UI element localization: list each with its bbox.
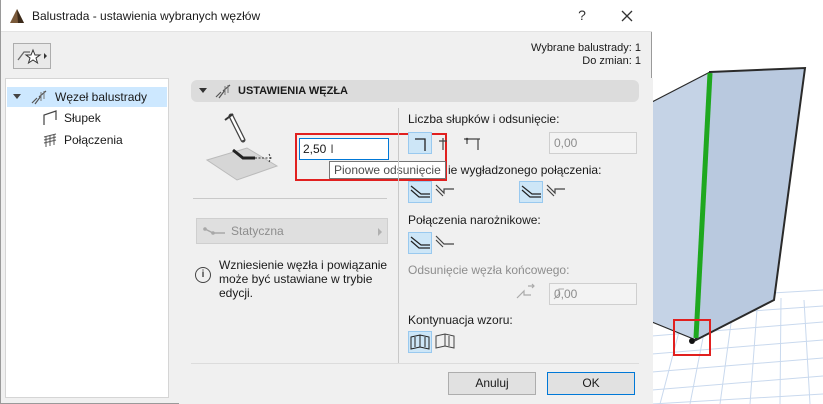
- archicad-icon: [10, 9, 24, 23]
- corner-connection-label: Połączenia narożnikowe:: [408, 213, 541, 227]
- smooth-option-3[interactable]: [519, 181, 543, 203]
- divider: [398, 108, 399, 364]
- end-offset-option: [514, 282, 538, 304]
- posts-offset-field[interactable]: 0,00: [549, 132, 637, 154]
- post-count-option-1[interactable]: [408, 132, 432, 154]
- selected-count: Wybrane balustrady: 1: [531, 42, 641, 54]
- smooth-option-4[interactable]: [545, 181, 569, 203]
- static-dropdown-label: Statyczna: [231, 224, 284, 238]
- stepped-connection-icon: [435, 184, 454, 197]
- railing-node-icon: [215, 84, 231, 99]
- selection-info: Wybrane balustrady: 1 Do zmian: 1: [531, 42, 641, 68]
- screen: Balustrada - ustawienia wybranych węzłów…: [0, 0, 823, 404]
- corner-sharp-icon: [435, 235, 454, 248]
- end-offset-value: 0,00: [554, 287, 578, 301]
- railing-panel-right: [694, 66, 807, 342]
- stepped-connection-icon: [546, 184, 565, 197]
- posts-label: Liczba słupków i odsunięcie:: [408, 112, 560, 126]
- tree-item-label: Słupek: [64, 111, 101, 125]
- smooth-option-2[interactable]: [434, 181, 458, 203]
- info-icon: i: [195, 267, 211, 283]
- pattern-option-2[interactable]: [434, 331, 458, 353]
- railing-node-icon: [31, 90, 47, 105]
- node-preview-icon: [205, 113, 279, 181]
- info-text: Wzniesienie węzła i powiązanie może być …: [219, 258, 388, 300]
- smooth-connection-icon: [521, 185, 541, 198]
- tree-item-label: Połączenia: [64, 133, 123, 147]
- smooth-connection-label: ie wygładzonego połączenia:: [448, 163, 602, 177]
- static-node-icon: [203, 227, 225, 235]
- favorites-button[interactable]: [13, 43, 51, 69]
- divider: [191, 363, 639, 364]
- ok-button[interactable]: OK: [547, 372, 635, 395]
- settings-dialog: Balustrada - ustawienia wybranych węzłów…: [0, 0, 653, 404]
- single-post-icon: [415, 138, 426, 151]
- corner-option-1[interactable]: [408, 232, 432, 254]
- highlight-box-node: [673, 319, 711, 356]
- settings-tree: Węzeł balustrady Słupek Połączenia: [5, 78, 169, 398]
- post-count-option-2[interactable]: [435, 132, 459, 154]
- post-count-option-3[interactable]: [461, 132, 485, 154]
- connections-icon: [43, 133, 57, 147]
- end-offset-label: Odsunięcie węzła końcowego:: [408, 263, 570, 277]
- divider: [193, 198, 387, 199]
- corner-option-2[interactable]: [434, 232, 458, 254]
- help-button[interactable]: ?: [571, 4, 593, 26]
- favorites-icon: [17, 48, 47, 65]
- window-title: Balustrada - ustawienia wybranych węzłów: [32, 9, 261, 23]
- pattern-option-1[interactable]: [408, 331, 432, 353]
- end-node-offset-icon: [516, 283, 535, 299]
- collapse-arrow-icon[interactable]: [199, 88, 207, 93]
- close-icon[interactable]: [615, 4, 639, 28]
- pattern-continuation-label: Kontynuacja wzoru:: [408, 313, 513, 327]
- pattern-restart-icon: [435, 333, 455, 349]
- smooth-option-1[interactable]: [408, 181, 432, 203]
- tree-item-label: Węzeł balustrady: [55, 90, 148, 104]
- static-dropdown[interactable]: Statyczna: [196, 218, 388, 244]
- offset-post-icon: [439, 138, 447, 150]
- section-title: USTAWIENIA WĘZŁA: [238, 85, 348, 97]
- pattern-continue-icon: [410, 334, 430, 350]
- end-offset-field[interactable]: 0,00: [549, 283, 637, 305]
- tree-item-railing-node[interactable]: Węzeł balustrady: [7, 87, 167, 107]
- tree-item-connections[interactable]: Połączenia: [6, 130, 166, 150]
- offset-tooltip: Pionowe odsunięcie: [329, 161, 446, 179]
- cancel-button[interactable]: Anuluj: [448, 372, 536, 395]
- multiple-posts-icon: [464, 137, 480, 150]
- title-bar: Balustrada - ustawienia wybranych węzłów…: [1, 0, 652, 32]
- section-header[interactable]: USTAWIENIA WĘZŁA: [191, 80, 639, 102]
- chevron-down-icon[interactable]: [13, 94, 21, 100]
- post-icon: [43, 110, 57, 125]
- chevron-right-icon: [378, 228, 382, 236]
- corner-smooth-icon: [410, 236, 430, 249]
- to-change-count: Do zmian: 1: [582, 55, 641, 67]
- tree-item-post[interactable]: Słupek: [6, 108, 166, 128]
- smooth-connection-icon: [410, 185, 430, 198]
